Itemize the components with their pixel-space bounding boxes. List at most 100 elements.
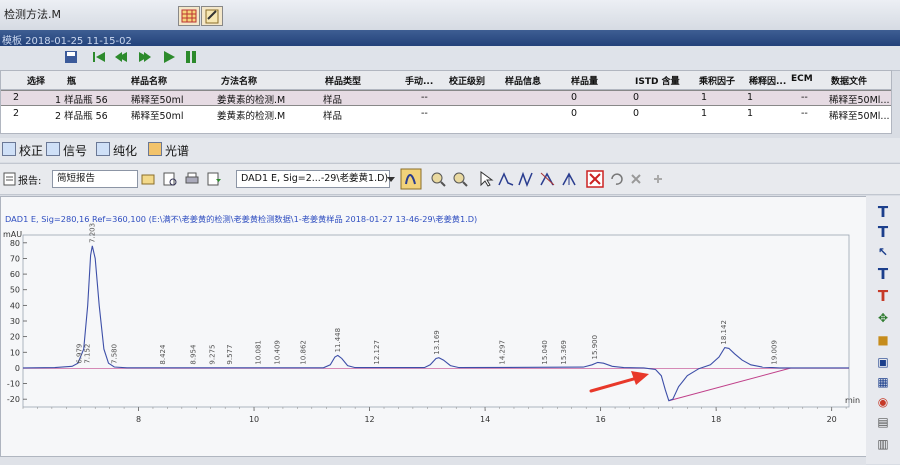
tab-label: 光谱 <box>165 144 190 158</box>
report-type-select[interactable]: 简短报告 <box>52 170 138 188</box>
layer-tool-icon[interactable]: ▣ <box>875 354 891 370</box>
column-header[interactable]: 选择 <box>27 74 45 87</box>
tangent-skim-icon[interactable] <box>562 171 578 187</box>
column-header[interactable]: 样品量 <box>571 74 598 87</box>
y-axis-label: mAU <box>3 230 22 239</box>
status-text: 模板 2018-01-25 11-15-02 <box>2 36 132 47</box>
signal-select[interactable]: DAD1 E, Sig=2...-29\老姜黄1.D) <box>236 170 390 188</box>
edit-note-button[interactable] <box>201 6 223 26</box>
zoom-in-icon[interactable] <box>430 171 446 187</box>
tab-label: 校正 <box>19 144 44 158</box>
pause-icon[interactable] <box>184 50 198 64</box>
peak-label: 10.409 <box>274 340 282 365</box>
column-header[interactable]: 稀释因... <box>749 74 786 87</box>
record-tool-icon[interactable]: ◉ <box>875 394 891 410</box>
peak-label: 11.448 <box>334 328 342 353</box>
open-icon[interactable] <box>140 171 156 187</box>
peak-label: 15.040 <box>541 340 549 365</box>
window-title: 检测方法.M <box>4 8 61 21</box>
peak-label: 8.424 <box>159 344 167 365</box>
tab-label: 纯化 <box>113 144 138 158</box>
table-cell: 稀释至50Ml... <box>829 95 890 106</box>
x-tick-label: 10 <box>249 415 259 424</box>
x-tick-label: 18 <box>711 415 721 424</box>
table-cell: 1 样品瓶 56 <box>55 95 108 106</box>
tab-calibration[interactable]: 校正 <box>2 142 43 158</box>
column-header[interactable]: ECM <box>791 74 813 84</box>
zoom-out-icon[interactable] <box>452 171 468 187</box>
delete-peak-icon[interactable] <box>586 170 604 188</box>
settings-tool-icon[interactable]: ▥ <box>875 436 891 452</box>
right-toolbar: T T ↖ T T ✥ ■ ▣ ▦ ◉ ▤ ▥ <box>866 196 900 464</box>
move-tool-icon[interactable]: ✥ <box>875 310 891 326</box>
column-header[interactable]: 样品信息 <box>505 74 541 87</box>
column-header[interactable]: 乘积因子 <box>699 74 735 87</box>
table-cell: 稀释至50ml <box>131 111 184 122</box>
table-cell: 0 <box>633 92 640 103</box>
pointer-icon[interactable] <box>478 171 494 187</box>
signal-icon <box>46 142 60 156</box>
column-header[interactable]: 瓶 <box>67 74 76 87</box>
spectrum-icon <box>148 142 162 156</box>
export-icon[interactable] <box>206 171 222 187</box>
annotation-arrow <box>589 371 649 393</box>
print-icon[interactable] <box>184 171 200 187</box>
peak-label: 6.979 <box>76 344 84 364</box>
column-header[interactable]: 方法名称 <box>221 74 257 87</box>
calibration-icon <box>2 142 16 156</box>
arrow-tool-icon[interactable]: ↖ <box>875 244 891 260</box>
column-header[interactable]: 样品类型 <box>325 74 361 87</box>
signal-select-value: DAD1 E, Sig=2...-29\老姜黄1.D) <box>241 173 389 184</box>
add-icon[interactable] <box>650 171 666 187</box>
text-format-icon[interactable]: T <box>875 266 891 282</box>
chromatogram-chart[interactable]: DAD1 E, Sig=280,16 Ref=360,100 (E:\满不\老姜… <box>1 197 867 457</box>
x-tick-label: 20 <box>827 415 837 424</box>
column-header[interactable]: 样品名称 <box>131 74 167 87</box>
page-tool-icon[interactable]: ▤ <box>875 414 891 430</box>
manual-integration-icon[interactable] <box>540 171 556 187</box>
table-cell: 2 <box>13 92 20 103</box>
column-header[interactable]: 数据文件 <box>831 74 867 87</box>
report-toolbar: 报告: 简短报告 DAD1 E, Sig=2...-29\老姜黄1.D) <box>0 163 900 195</box>
y-tick-label: -10 <box>7 380 20 389</box>
next-record-icon[interactable] <box>138 50 152 64</box>
y-tick-label: 20 <box>10 333 20 342</box>
peak-label: 14.297 <box>498 340 506 365</box>
y-tick-label: 40 <box>10 301 20 310</box>
column-header[interactable]: 校正级别 <box>449 74 485 87</box>
column-header[interactable]: ISTD 含量 <box>635 74 680 87</box>
play-icon[interactable] <box>162 50 176 64</box>
grid-tool-icon[interactable]: ▦ <box>875 374 891 390</box>
tab-signal[interactable]: 信号 <box>46 142 87 158</box>
text-color-icon[interactable]: T <box>875 288 891 304</box>
first-record-icon[interactable] <box>92 50 106 64</box>
text-style-icon[interactable]: T <box>875 224 891 240</box>
tab-purification[interactable]: 纯化 <box>96 142 137 158</box>
column-header[interactable]: 手动... <box>405 74 433 87</box>
chevron-down-icon[interactable] <box>386 171 396 187</box>
baseline-tool-icon[interactable] <box>498 171 514 187</box>
peak-label: 10.862 <box>300 340 308 365</box>
table-cell: 2 样品瓶 56 <box>55 111 108 122</box>
integrate-icon[interactable] <box>400 168 422 190</box>
undo-icon[interactable] <box>608 171 624 187</box>
x-tick-label: 12 <box>364 415 374 424</box>
shape-tool-icon[interactable]: ■ <box>875 332 891 348</box>
peak-label: 15.369 <box>560 340 568 365</box>
table-view-button[interactable] <box>178 6 200 26</box>
preview-icon[interactable] <box>162 171 178 187</box>
table-row[interactable]: 2 1 样品瓶 56 稀释至50ml 姜黄素的检测.M 样品 -- 0 0 1 … <box>1 90 891 106</box>
peak-label: 7.152 <box>84 344 92 364</box>
tab-spectrum[interactable]: 光谱 <box>148 142 189 158</box>
y-tick-label: -20 <box>7 395 20 404</box>
table-row[interactable]: 2 2 样品瓶 56 稀释至50ml 姜黄素的检测.M 样品 -- 0 0 1 … <box>1 107 891 122</box>
x-tick-label: 16 <box>596 415 606 424</box>
cancel-icon[interactable] <box>628 171 644 187</box>
previous-record-icon[interactable] <box>114 50 128 64</box>
save-icon[interactable] <box>64 50 78 64</box>
y-tick-label: 0 <box>15 364 20 373</box>
table-cell: 稀释至50ml <box>131 95 184 106</box>
text-tool-icon[interactable]: T <box>875 204 891 220</box>
peak-split-icon[interactable] <box>518 171 534 187</box>
peak-label: 10.081 <box>255 340 263 365</box>
